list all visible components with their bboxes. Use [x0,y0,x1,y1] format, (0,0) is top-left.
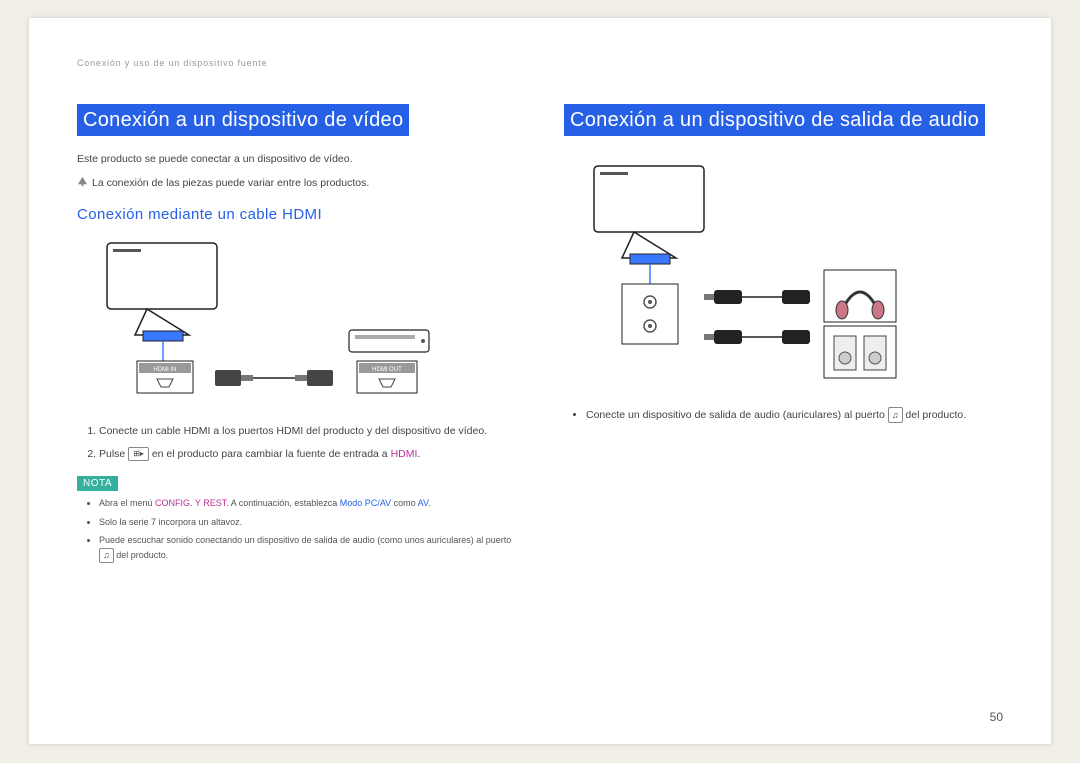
hdmi-subheading: Conexión mediante un cable HDMI [77,206,516,223]
audio-steps: Conecte un dispositivo de salida de audi… [586,407,1003,424]
page-number: 50 [990,710,1003,724]
intro-text: Este producto se puede conectar a un dis… [77,152,516,168]
notes-list: Abra el menú CONFIG. Y REST. A continuac… [99,497,516,563]
note-2: Solo la serie 7 incorpora un altavoz. [99,516,516,530]
step-2: Pulse ⊞▸ en el producto para cambiar la … [99,447,516,463]
breadcrumb: Conexión y uso de un dispositivo fuente [77,58,1003,68]
info-note: La conexión de las piezas puede variar e… [77,176,516,192]
step-1: Conecte un cable HDMI a los puertos HDMI… [99,424,516,440]
note-label: NOTA [77,476,118,491]
hdmi-keyword: HDMI [391,448,418,460]
video-heading: Conexión a un dispositivo de vídeo [77,104,409,136]
hdmi-out-label: HDMI OUT [372,367,402,373]
note-1: Abra el menú CONFIG. Y REST. A continuac… [99,497,516,511]
note-3: Puede escuchar sonido conectando un disp… [99,534,516,563]
hdmi-in-label: HDMI IN [154,367,177,373]
headphone-icon: ♫ [888,407,903,423]
audio-diagram [564,158,1003,393]
source-button-icon: ⊞▸ [128,447,149,461]
right-column: Conexión a un dispositivo de salida de a… [564,104,1003,568]
audio-heading: Conexión a un dispositivo de salida de a… [564,104,985,136]
document-page: Conexión y uso de un dispositivo fuente … [29,18,1051,744]
columns: Conexión a un dispositivo de vídeo Este … [77,104,1003,568]
info-icon [77,176,88,187]
audio-step-1: Conecte un dispositivo de salida de audi… [586,407,1003,424]
info-note-text: La conexión de las piezas puede variar e… [92,177,369,189]
hdmi-diagram: HDMI IN HDMI OUT [77,235,516,410]
headphone-icon: ♫ [99,548,114,564]
left-column: Conexión a un dispositivo de vídeo Este … [77,104,516,568]
hdmi-steps: Conecte un cable HDMI a los puertos HDMI… [99,424,516,464]
